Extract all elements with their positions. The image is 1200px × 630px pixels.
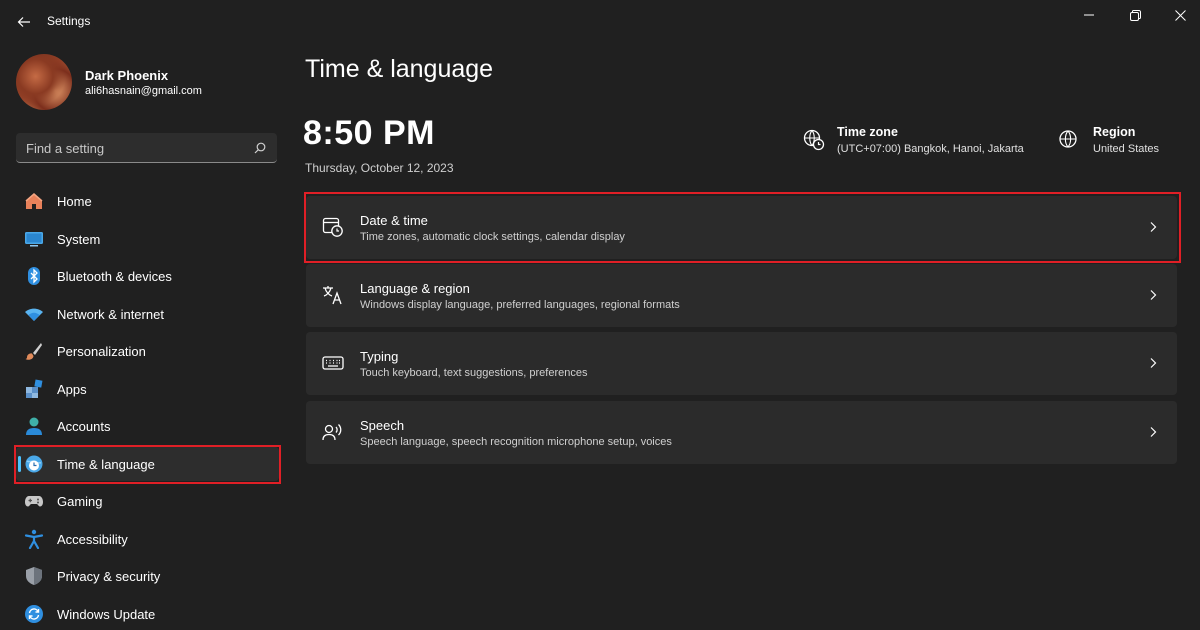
sidebar-item-bluetooth[interactable]: Bluetooth & devices — [16, 259, 279, 293]
chevron-right-icon — [1150, 290, 1157, 300]
card-title: Speech — [360, 418, 405, 433]
sidebar-item-home[interactable]: Home — [16, 184, 279, 218]
calendar-clock-icon — [322, 217, 343, 237]
region-label: Region — [1093, 125, 1136, 139]
active-indicator — [18, 456, 21, 472]
card-title: Language & region — [360, 281, 470, 296]
language-icon — [323, 286, 342, 305]
sidebar-item-label: Network & internet — [57, 306, 164, 322]
home-icon — [24, 191, 44, 211]
user-profile[interactable]: Dark Phoenix ali6hasnain@gmail.com — [16, 54, 286, 114]
sidebar-item-label: Time & language — [57, 456, 155, 472]
search-input[interactable]: Find a setting — [16, 133, 277, 163]
sidebar-item-windows-update[interactable]: Windows Update — [16, 597, 279, 630]
accessibility-icon — [24, 529, 44, 549]
time-zone-label: Time zone — [837, 125, 898, 139]
chevron-right-icon — [1150, 358, 1157, 368]
sidebar-item-label: Personalization — [57, 343, 146, 359]
sidebar-item-label: Home — [57, 193, 92, 209]
current-time: 8:50 PM — [303, 114, 435, 152]
globe-icon — [1059, 130, 1077, 148]
sidebar-item-label: Gaming — [57, 493, 103, 509]
keyboard-icon — [322, 356, 344, 370]
search-icon — [254, 142, 266, 154]
speech-icon — [322, 424, 342, 441]
sidebar-item-label: Apps — [57, 381, 87, 397]
back-button[interactable] — [12, 10, 36, 34]
search-placeholder: Find a setting — [26, 141, 105, 156]
chevron-right-icon — [1150, 222, 1157, 232]
region-value: United States — [1093, 143, 1160, 155]
minimize-button[interactable] — [1069, 4, 1109, 26]
sidebar-item-system[interactable]: System — [16, 222, 279, 256]
apps-icon — [24, 379, 44, 399]
close-button[interactable] — [1160, 4, 1200, 26]
sidebar-item-gaming[interactable]: Gaming — [16, 484, 279, 518]
sidebar-item-apps[interactable]: Apps — [16, 372, 279, 406]
card-title: Date & time — [360, 213, 428, 228]
sidebar-item-label: Privacy & security — [57, 568, 161, 584]
chevron-right-icon — [1150, 427, 1157, 437]
restore-button[interactable] — [1115, 4, 1155, 26]
current-date: Thursday, October 12, 2023 — [305, 161, 454, 175]
card-description: Time zones, automatic clock settings, ca… — [360, 231, 625, 243]
card-language-region[interactable]: Language & region Windows display langua… — [306, 264, 1177, 327]
system-icon — [24, 229, 44, 249]
user-name: Dark Phoenix — [85, 68, 169, 83]
sidebar-item-accounts[interactable]: Accounts — [16, 409, 279, 443]
sidebar-item-label: Bluetooth & devices — [57, 268, 172, 284]
bluetooth-icon — [24, 266, 44, 286]
sidebar-item-label: Accounts — [57, 418, 111, 434]
accounts-icon — [24, 416, 44, 436]
card-speech[interactable]: Speech Speech language, speech recogniti… — [306, 401, 1177, 464]
sidebar-item-network[interactable]: Network & internet — [16, 297, 279, 331]
close-icon — [1174, 9, 1186, 21]
app-title: Settings — [47, 14, 91, 28]
back-arrow-icon — [17, 17, 30, 27]
brush-icon — [24, 341, 44, 361]
sidebar-item-label: Accessibility — [57, 531, 128, 547]
sidebar-item-label: System — [57, 231, 101, 247]
sidebar-item-accessibility[interactable]: Accessibility — [16, 522, 279, 556]
card-description: Windows display language, preferred lang… — [360, 299, 680, 311]
avatar — [16, 54, 72, 110]
time-zone-value: (UTC+07:00) Bangkok, Hanoi, Jakarta — [837, 143, 1024, 155]
sidebar-item-privacy[interactable]: Privacy & security — [16, 559, 279, 593]
time-language-icon — [24, 454, 44, 474]
user-email: ali6hasnain@gmail.com — [85, 85, 202, 97]
restore-icon — [1129, 9, 1141, 21]
title-bar: Settings — [0, 0, 1200, 44]
card-description: Speech language, speech recognition micr… — [360, 436, 672, 448]
wifi-icon — [24, 304, 44, 324]
sidebar-item-time-language[interactable]: Time & language — [16, 447, 279, 481]
card-description: Touch keyboard, text suggestions, prefer… — [360, 367, 588, 379]
shield-icon — [24, 566, 44, 586]
minimize-icon — [1084, 14, 1094, 16]
time-zone-icon — [803, 129, 825, 151]
card-title: Typing — [360, 349, 399, 364]
page-title: Time & language — [305, 55, 494, 83]
card-typing[interactable]: Typing Touch keyboard, text suggestions,… — [306, 332, 1177, 395]
update-icon — [24, 604, 44, 624]
sidebar-item-personalization[interactable]: Personalization — [16, 334, 279, 368]
card-date-time[interactable]: Date & time Time zones, automatic clock … — [306, 196, 1177, 259]
sidebar-item-label: Windows Update — [57, 606, 156, 622]
gaming-icon — [24, 491, 44, 511]
